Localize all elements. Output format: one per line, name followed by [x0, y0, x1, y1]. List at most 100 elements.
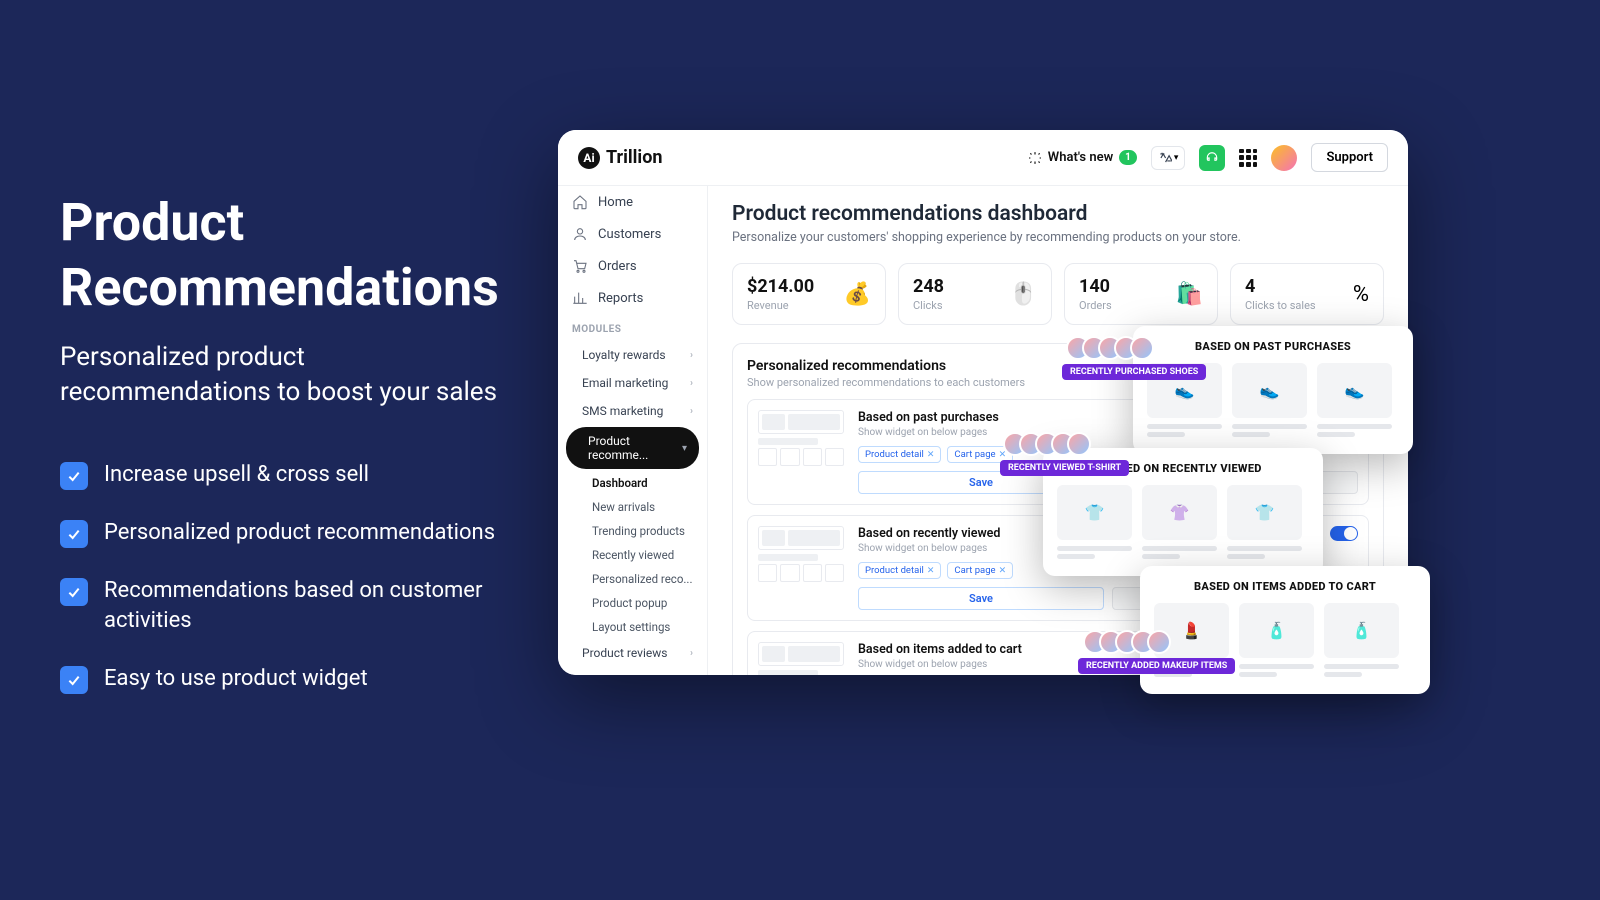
- float-past-title: BASED ON PAST PURCHASES: [1147, 340, 1399, 353]
- chevron-right-icon: ▾: [682, 443, 687, 454]
- float-cart-title: BASED ON ITEMS ADDED TO CART: [1154, 580, 1416, 593]
- translate-icon: [1158, 151, 1172, 165]
- submenu-item[interactable]: Recently viewed: [558, 543, 707, 567]
- feature-item: Personalized product recommendations: [60, 518, 520, 548]
- check-icon: [60, 462, 88, 490]
- stat-icon: 🖱️: [1010, 282, 1037, 307]
- remove-tag-icon[interactable]: ✕: [927, 566, 935, 576]
- feature-item: Easy to use product widget: [60, 664, 520, 694]
- feature-list: Increase upsell & cross sell Personalize…: [60, 460, 520, 693]
- save-button[interactable]: Save: [858, 587, 1104, 610]
- product-card[interactable]: 🧴: [1239, 603, 1314, 680]
- stat-card: 248 Clicks 🖱️: [898, 263, 1052, 325]
- feature-item: Increase upsell & cross sell: [60, 460, 520, 490]
- rec-subtitle: Show widget on below pages: [858, 659, 1022, 670]
- brand-logo[interactable]: Ai Trillion: [578, 147, 662, 169]
- product-card[interactable]: 👟: [1232, 363, 1307, 440]
- nav-orders[interactable]: Orders: [558, 250, 707, 282]
- stat-icon: %: [1353, 282, 1369, 307]
- check-icon: [60, 666, 88, 694]
- user-icon: [572, 226, 588, 242]
- whats-new-label: What's new: [1048, 150, 1113, 165]
- submenu-item[interactable]: Layout settings: [558, 615, 707, 639]
- module-label: SMS marketing: [582, 404, 663, 418]
- user-avatar[interactable]: [1271, 145, 1297, 171]
- remove-tag-icon[interactable]: ✕: [927, 450, 935, 460]
- submenu-item[interactable]: Dashboard: [558, 471, 707, 495]
- badge-makeup-items: RECENTLY ADDED MAKEUP ITEMS: [1078, 658, 1235, 674]
- headset-button[interactable]: [1199, 145, 1225, 171]
- language-toggle[interactable]: ▾: [1151, 146, 1186, 170]
- product-card[interactable]: 👟: [1317, 363, 1392, 440]
- brand-badge: Ai: [578, 147, 600, 169]
- submenu-item[interactable]: Product popup: [558, 591, 707, 615]
- nav-label: Customers: [598, 227, 661, 242]
- stat-label: Orders: [1079, 299, 1112, 312]
- nav-label: Reports: [598, 291, 643, 306]
- page-tag[interactable]: Product detail ✕: [858, 446, 941, 463]
- nav-label: Orders: [598, 259, 637, 274]
- rec-preview: [758, 642, 844, 675]
- nav-home[interactable]: Home: [558, 186, 707, 218]
- stat-card: 4 Clicks to sales %: [1230, 263, 1384, 325]
- sparkle-icon: [1028, 151, 1042, 165]
- module-star[interactable]: Product reviews ›: [558, 639, 707, 667]
- stat-value: 248: [913, 276, 944, 297]
- feature-text: Recommendations based on customer activi…: [104, 576, 520, 635]
- rec-subtitle: Show widget on below pages: [858, 543, 1000, 554]
- check-icon: [60, 520, 88, 548]
- modules-header: MODULES: [558, 314, 707, 341]
- page-tag[interactable]: Cart page ✕: [947, 562, 1013, 579]
- stat-label: Clicks to sales: [1245, 299, 1316, 312]
- feature-text: Personalized product recommendations: [104, 518, 495, 548]
- product-card[interactable]: 👚: [1142, 485, 1217, 562]
- cart-icon: [572, 258, 588, 274]
- chevron-right-icon: ›: [690, 378, 693, 389]
- stat-label: Clicks: [913, 299, 944, 312]
- hero-title: Product Recommendations: [60, 190, 520, 320]
- chevron-right-icon: ›: [690, 648, 693, 659]
- module-label: Product recomme...: [588, 434, 672, 462]
- product-card[interactable]: 🧴: [1324, 603, 1399, 680]
- module-label: Loyalty rewards: [582, 348, 666, 362]
- customer-faces: [1003, 432, 1091, 456]
- module-spark[interactable]: Product recomme... ▾: [566, 427, 699, 469]
- submenu-item[interactable]: Trending products: [558, 519, 707, 543]
- submenu-item[interactable]: Personalized reco...: [558, 567, 707, 591]
- customer-faces: [1066, 336, 1154, 360]
- product-card[interactable]: 👕: [1057, 485, 1132, 562]
- whats-new-count-badge: 1: [1119, 150, 1137, 165]
- stats-row: $214.00 Revenue 💰 248 Clicks 🖱️ 140 Orde…: [732, 263, 1384, 325]
- rec-preview: [758, 410, 844, 494]
- module-chat[interactable]: SMS marketing ›: [558, 397, 707, 425]
- chart-icon: [572, 290, 588, 306]
- module-gift[interactable]: Loyalty rewards ›: [558, 341, 707, 369]
- page-tag[interactable]: Product detail ✕: [858, 562, 941, 579]
- float-past-purchases: BASED ON PAST PURCHASES 👟 👟 👟: [1133, 326, 1413, 454]
- feature-text: Increase upsell & cross sell: [104, 460, 369, 490]
- feature-item: Recommendations based on customer activi…: [60, 576, 520, 635]
- rec-preview: [758, 526, 844, 610]
- sidebar: Home Customers Orders Reports MODULES Lo…: [558, 130, 708, 675]
- stat-value: 140: [1079, 276, 1112, 297]
- remove-tag-icon[interactable]: ✕: [999, 566, 1007, 576]
- module-mail[interactable]: Email marketing ›: [558, 369, 707, 397]
- module-label: Email marketing: [582, 376, 668, 390]
- whats-new-link[interactable]: What's new 1: [1028, 150, 1137, 165]
- apps-grid-button[interactable]: [1239, 149, 1257, 167]
- badge-viewed-tshirt: RECENTLY VIEWED T-SHIRT: [1000, 460, 1129, 476]
- chevron-right-icon: ›: [690, 350, 693, 361]
- module-whatsapp[interactable]: WhatsApp ›: [558, 667, 707, 675]
- stat-card: $214.00 Revenue 💰: [732, 263, 886, 325]
- module-label: Product reviews: [582, 646, 667, 660]
- submenu-item[interactable]: New arrivals: [558, 495, 707, 519]
- badge-purchased-shoes: RECENTLY PURCHASED SHOES: [1062, 364, 1206, 380]
- customer-faces: [1083, 630, 1171, 654]
- nav-customers[interactable]: Customers: [558, 218, 707, 250]
- headset-icon: [1205, 151, 1219, 165]
- nav-reports[interactable]: Reports: [558, 282, 707, 314]
- rec-title: Based on items added to cart: [858, 642, 1022, 657]
- support-button[interactable]: Support: [1311, 143, 1388, 172]
- toggle-switch[interactable]: [1330, 526, 1358, 541]
- product-card[interactable]: 👕: [1227, 485, 1302, 562]
